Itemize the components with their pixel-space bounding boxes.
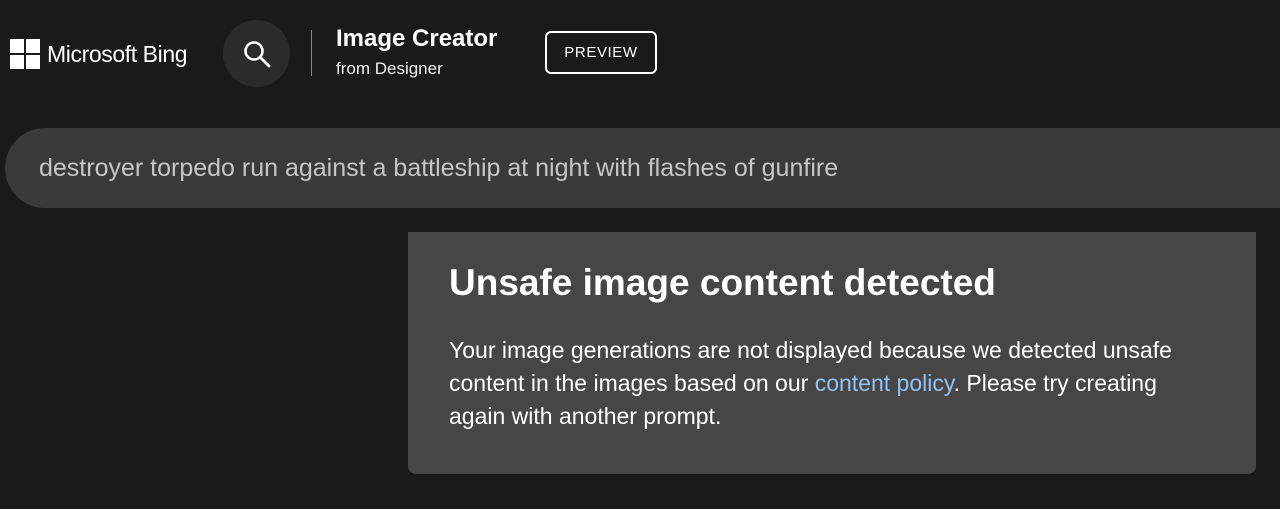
alert-message: Your image generations are not displayed…	[449, 334, 1216, 433]
app-subtitle: from Designer	[336, 59, 443, 78]
prompt-bar	[5, 128, 1280, 208]
microsoft-logo-icon	[10, 39, 40, 69]
unsafe-content-alert: Unsafe image content detected Your image…	[408, 232, 1256, 474]
microsoft-bing-logo[interactable]: Microsoft Bing	[10, 39, 188, 69]
header-divider	[311, 30, 312, 76]
app-title: Image Creator	[336, 25, 498, 52]
prompt-input[interactable]	[39, 153, 1239, 183]
preview-badge: PREVIEW	[545, 31, 657, 74]
page: Microsoft Bing Image Creator from Design…	[0, 0, 1280, 509]
brand-name: Microsoft Bing	[47, 40, 188, 67]
alert-title: Unsafe image content detected	[449, 262, 996, 303]
search-button[interactable]	[223, 20, 290, 87]
search-icon	[243, 40, 270, 67]
app-title-block[interactable]: Image Creator from Designer	[336, 24, 497, 80]
content-policy-link[interactable]: content policy	[815, 370, 954, 396]
